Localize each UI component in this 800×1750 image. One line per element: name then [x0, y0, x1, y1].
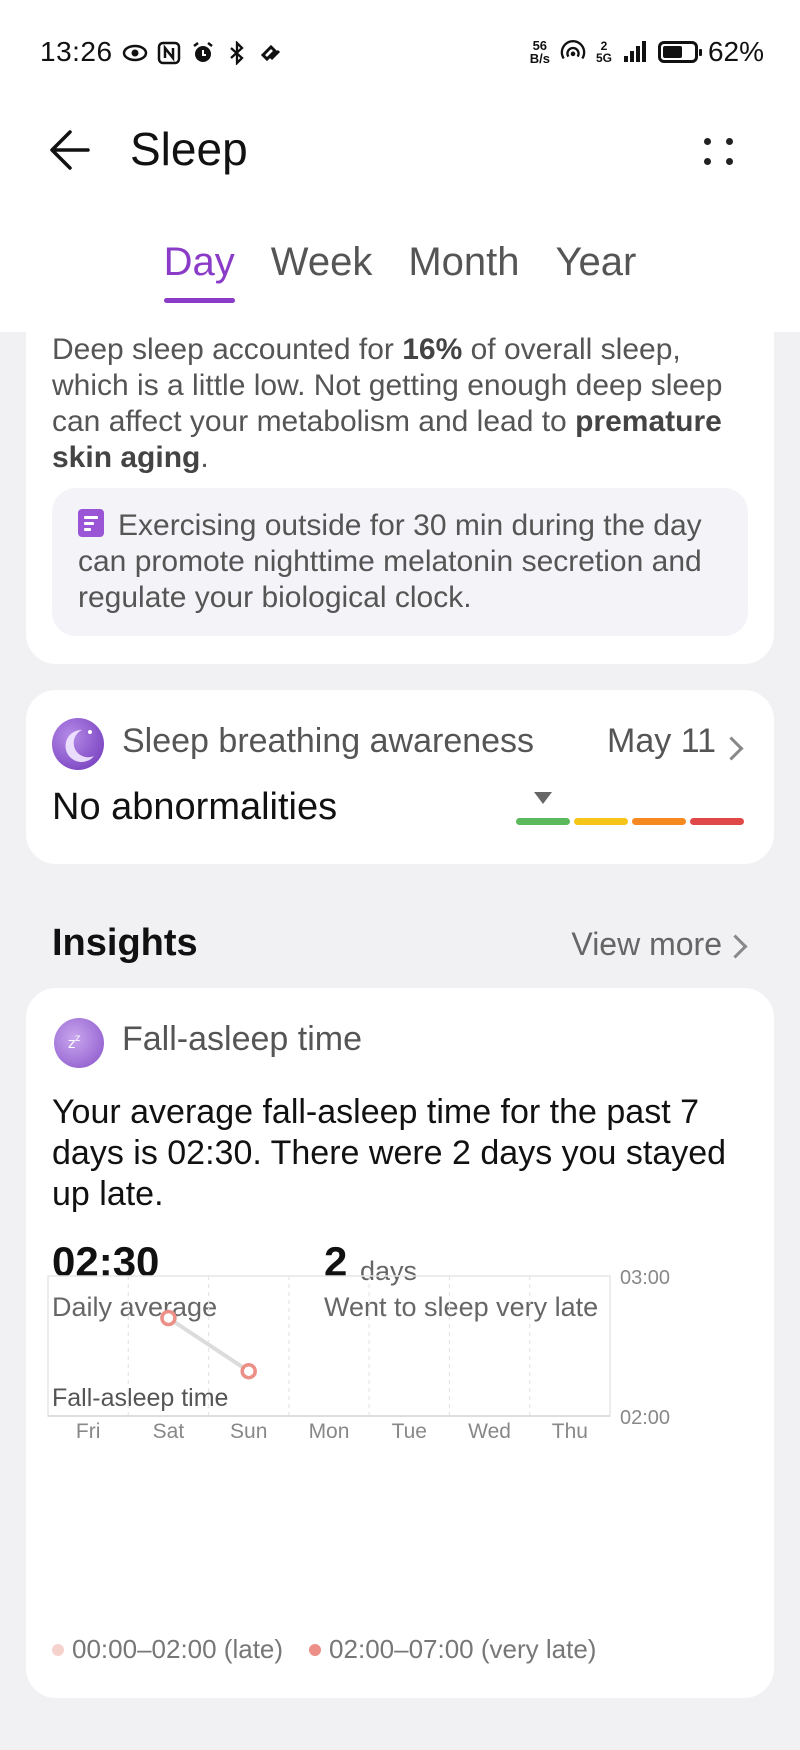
plot-frame — [47, 1275, 611, 1417]
x-tick-label: Wed — [468, 1420, 511, 1443]
chart-legend: 00:00–02:00 (late) 02:00–07:00 (very lat… — [52, 1634, 596, 1665]
deep-sleep-text: Deep sleep accounted for — [52, 333, 403, 366]
hotspot-icon — [560, 39, 586, 65]
x-tick-label: Mon — [309, 1420, 350, 1443]
battery-percent: 62% — [707, 36, 764, 67]
breathing-severity-scale — [516, 818, 744, 825]
status-time: 13:26 — [40, 36, 113, 67]
network-label: 2 5G — [596, 40, 612, 64]
deep-sleep-percent: 16% — [402, 333, 463, 366]
note-icon — [78, 509, 104, 537]
x-tick-label: Sun — [230, 1420, 267, 1443]
breathing-awareness-card[interactable]: Sleep breathing awareness May 11 No abno… — [26, 690, 774, 864]
tab-day[interactable]: Day — [163, 240, 235, 303]
link-icon — [258, 40, 284, 66]
x-tick-label: Thu — [552, 1420, 588, 1443]
tab-week[interactable]: Week — [271, 240, 373, 303]
view-more-link[interactable]: View more — [571, 926, 722, 963]
battery-fill — [662, 46, 682, 58]
deep-sleep-description: Deep sleep accounted for 16% of overall … — [52, 332, 744, 476]
more-dot-icon — [726, 138, 733, 145]
fall-asleep-chart: 03:00 02:00 Fri Sat Sun Mon Tue Wed Thu — [47, 1267, 670, 1443]
page-title: Sleep — [130, 123, 248, 175]
x-tick-label: Sat — [153, 1420, 185, 1443]
breathing-awareness-date: May 11 — [607, 722, 716, 760]
deep-sleep-card: Deep sleep accounted for 16% of overall … — [26, 332, 774, 664]
moon-sleep-icon — [52, 718, 104, 770]
breathing-awareness-title: Sleep breathing awareness — [122, 722, 535, 760]
data-point — [160, 1309, 177, 1327]
tab-year[interactable]: Year — [556, 240, 637, 303]
net-speed-unit: B/s — [529, 51, 550, 66]
scale-segment-0 — [516, 818, 570, 825]
tab-month[interactable]: Month — [408, 240, 519, 303]
scale-segment-1 — [574, 818, 628, 825]
breathing-status: No abnormalities — [52, 786, 338, 828]
eye-icon — [122, 40, 148, 66]
scale-segment-2 — [632, 818, 686, 825]
data-point — [240, 1362, 257, 1380]
network-type: 5G — [595, 51, 612, 65]
status-right: 56 B/s 2 5G 62% — [530, 36, 764, 68]
nfc-icon — [156, 40, 182, 66]
status-icons — [122, 40, 284, 66]
more-dot-icon — [704, 158, 711, 165]
chevron-right-icon — [723, 934, 748, 959]
more-dot-icon — [726, 158, 733, 165]
back-arrow-icon — [50, 130, 90, 170]
legend-item-very-late: 02:00–07:00 (very late) — [309, 1634, 596, 1665]
app-header: Sleep Day Week Month Year — [0, 100, 800, 332]
sleep-tip-text: Exercising outside for 30 min during the… — [78, 509, 702, 614]
legend-dot-icon — [309, 1643, 322, 1656]
more-options-button[interactable] — [702, 130, 742, 170]
y-tick-label: 02:00 — [620, 1407, 670, 1429]
legend-dot-icon — [52, 1643, 64, 1656]
legend-item-late: 00:00–02:00 (late) — [52, 1634, 283, 1665]
y-tick-label: 03:00 — [620, 1267, 670, 1289]
back-button[interactable] — [48, 122, 104, 178]
legend-label: 02:00–07:00 (very late) — [329, 1634, 597, 1664]
legend-label: 00:00–02:00 (late) — [72, 1634, 284, 1664]
battery-icon — [657, 41, 702, 63]
net-speed: 56 B/s — [530, 39, 550, 65]
alarm-icon — [190, 40, 216, 66]
chevron-right-icon — [719, 736, 744, 761]
status-bar: 13:26 56 B/s 2 5G 62% — [0, 0, 800, 100]
deep-sleep-text: . — [200, 441, 209, 474]
x-tick-label: Fri — [76, 1420, 101, 1443]
bluetooth-icon — [224, 40, 250, 66]
scale-segment-3 — [690, 818, 744, 825]
sleep-tip: Exercising outside for 30 min during the… — [52, 488, 748, 636]
fall-asleep-card: zz Fall-asleep time Your average fall-as… — [26, 988, 774, 1698]
signal-icon — [622, 39, 648, 65]
scale-marker-icon — [534, 792, 552, 804]
period-tabs: Day Week Month Year — [0, 240, 800, 303]
more-dot-icon — [704, 138, 711, 145]
insights-heading: Insights — [52, 922, 198, 964]
x-tick-label: Tue — [392, 1420, 427, 1443]
